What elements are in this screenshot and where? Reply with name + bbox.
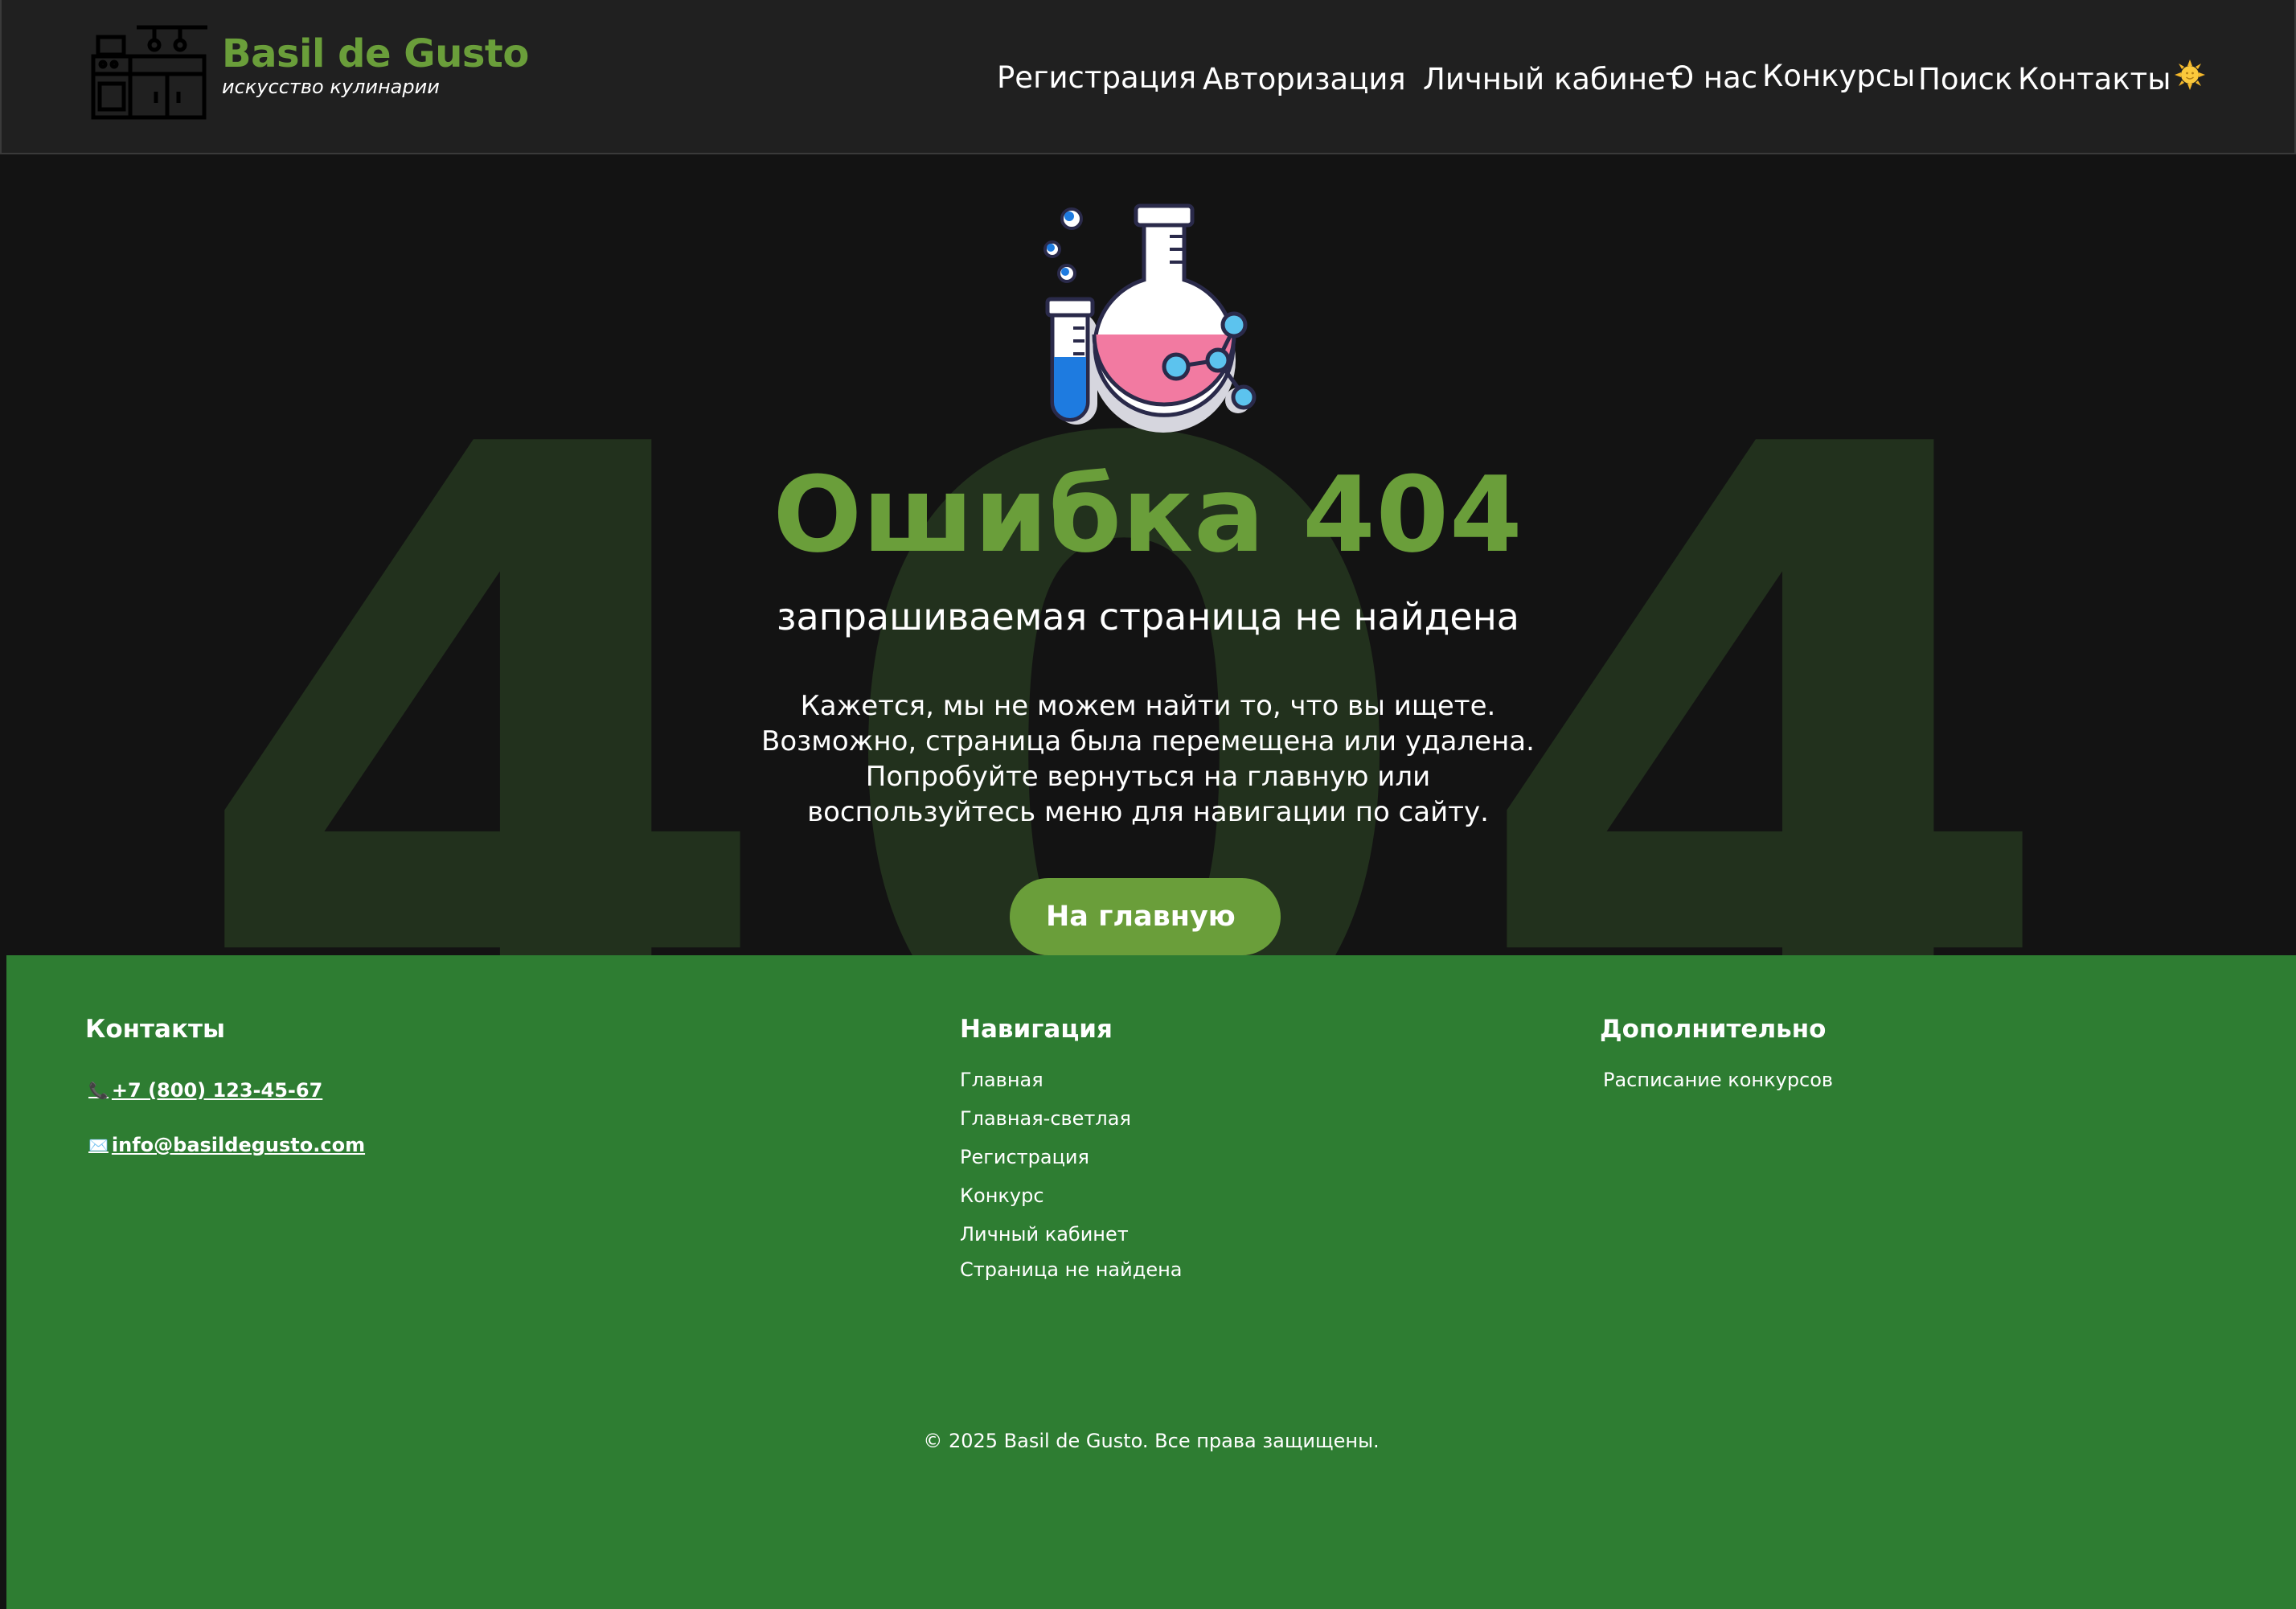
phone-icon: 📞	[88, 1081, 109, 1100]
nav-link-contests[interactable]: Конкурсы	[1762, 61, 1915, 91]
nav-link-about[interactable]: О нас	[1671, 63, 1757, 92]
footer-extra-heading: Дополнительно	[1600, 1015, 1827, 1044]
footer-link-home[interactable]: Главная	[960, 1070, 1043, 1090]
error-description: Кажется, мы не можем найти то, что вы ищ…	[706, 688, 1590, 830]
site-footer: Контакты 📞 +7 (800) 123-45-67 ✉️ info@basi…	[6, 955, 2296, 1609]
error-subtitle: запрашиваемая страница не найдена	[777, 595, 1519, 638]
email-address: info@basildegusto.com	[111, 1134, 366, 1156]
footer-link-contest[interactable]: Конкурс	[960, 1186, 1044, 1205]
footer-contacts-heading: Контакты	[85, 1015, 225, 1044]
footer-link-account[interactable]: Личный кабинет	[960, 1225, 1129, 1244]
brand-title: Basil de Gusto	[222, 31, 529, 76]
footer-navigation-heading: Навигация	[960, 1015, 1113, 1044]
site-header: Basil de Gusto искусство кулинарии Регис…	[0, 0, 2296, 154]
brand-logo-link[interactable]: Basil de Gusto искусство кулинарии	[90, 23, 529, 121]
description-line: Попробуйте вернуться на главную или	[865, 761, 1431, 793]
home-button[interactable]: На главную	[1010, 878, 1281, 955]
footer-link-home-light[interactable]: Главная-светлая	[960, 1109, 1131, 1128]
footer-link-contest-schedule[interactable]: Расписание конкурсов	[1603, 1070, 1833, 1090]
copyright-text: © 2025 Basil de Gusto. Все права защищен…	[923, 1430, 1380, 1452]
description-line: Возможно, страница была перемещена или у…	[761, 725, 1535, 757]
phone-number: +7 (800) 123-45-67	[111, 1079, 323, 1102]
footer-link-not-found[interactable]: Страница не найдена	[960, 1260, 1182, 1279]
description-line: Кажется, мы не можем найти то, что вы ищ…	[800, 690, 1496, 722]
footer-phone-link[interactable]: 📞 +7 (800) 123-45-67	[88, 1081, 322, 1100]
flask-icon	[1043, 203, 1257, 433]
nav-link-registration[interactable]: Регистрация	[997, 63, 1196, 92]
email-icon: ✉️	[88, 1135, 109, 1155]
description-line: воспользуйтесь меню для навигации по сай…	[807, 796, 1489, 828]
nav-link-contacts[interactable]: Контакты	[2018, 64, 2171, 94]
nav-link-search[interactable]: Поиск	[1918, 64, 2012, 94]
nav-link-account[interactable]: Личный кабинет	[1423, 64, 1683, 94]
nav-link-login[interactable]: Авторизация	[1203, 64, 1406, 94]
error-hero: 404 Ошибка 404 запрашиваемая страница не…	[0, 154, 2296, 955]
sun-icon[interactable]	[2175, 60, 2205, 90]
brand-subtitle: искусство кулинарии	[222, 76, 440, 99]
footer-link-registration[interactable]: Регистрация	[960, 1147, 1089, 1167]
error-title: Ошибка 404	[773, 454, 1523, 576]
footer-email-link[interactable]: ✉️ info@basildegusto.com	[88, 1135, 365, 1155]
kitchen-icon	[91, 25, 207, 120]
